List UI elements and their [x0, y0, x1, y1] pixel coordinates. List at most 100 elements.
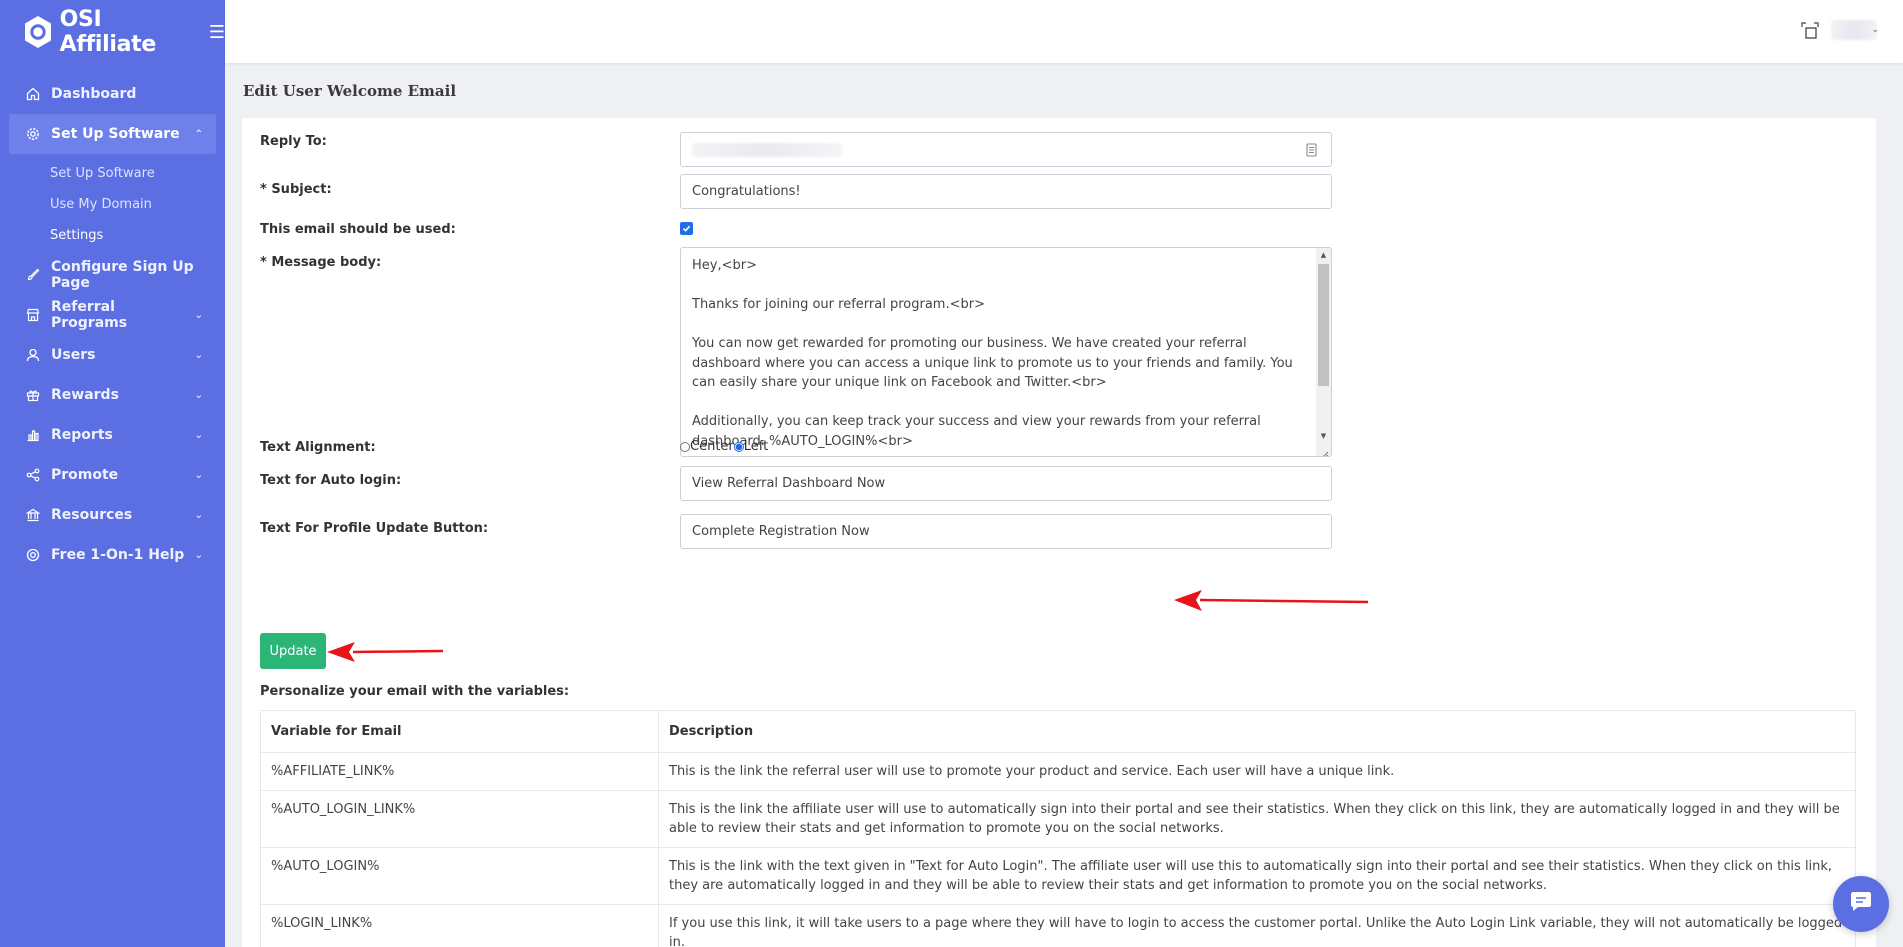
- chevron-down-icon: ⌄: [194, 309, 203, 321]
- resize-grip-icon[interactable]: [1319, 444, 1329, 456]
- scrollbar-thumb[interactable]: [1318, 264, 1329, 386]
- table-cell-description: If you use this link, it will take users…: [658, 904, 1856, 947]
- message-body-textarea[interactable]: Hey,<br> Thanks for joining our referral…: [680, 247, 1332, 457]
- gift-icon: [24, 386, 42, 404]
- sidebar-item-label: Referral Programs: [51, 299, 128, 331]
- scroll-down-icon[interactable]: ▼: [1316, 429, 1331, 444]
- message-line: You can now get rewarded for promoting o…: [692, 336, 1293, 390]
- text-alignment-radios: Center Left: [680, 439, 768, 454]
- subject-label: * Subject:: [260, 182, 332, 197]
- chevron-down-icon: ⌄: [194, 429, 203, 441]
- table-row: %AFFILIATE_LINK% This is the link the re…: [260, 752, 1856, 791]
- radio-center-label: Center: [690, 439, 734, 454]
- main-content: Edit User Welcome Email Reply To: * Subj…: [225, 63, 1903, 947]
- text-alignment-label: Text Alignment:: [260, 440, 376, 455]
- message-body-content: Hey,<br> Thanks for joining our referral…: [681, 248, 1317, 451]
- auto-login-label: Text for Auto login:: [260, 473, 402, 488]
- subject-input[interactable]: Congratulations!: [680, 174, 1332, 209]
- radio-left-label: Left: [743, 439, 769, 454]
- textarea-scrollbar[interactable]: ▲ ▼: [1316, 248, 1331, 456]
- sidebar: OSI Affiliate ☰ Dashboard Set Up Softwar…: [0, 0, 225, 947]
- subnav-item-set-up-software[interactable]: Set Up Software: [50, 158, 225, 189]
- page-title: Edit User Welcome Email: [243, 82, 457, 100]
- osi-logo-icon: [22, 13, 54, 51]
- home-icon: [24, 85, 42, 103]
- message-line: Hey,<br>: [692, 258, 757, 273]
- user-avatar[interactable]: [1831, 20, 1877, 40]
- scroll-up-icon[interactable]: ▲: [1316, 248, 1331, 263]
- chevron-down-icon: ⌄: [194, 509, 203, 521]
- brand-name[interactable]: OSI Affiliate: [60, 7, 195, 57]
- sidebar-item-label: Rewards: [51, 387, 119, 403]
- update-button[interactable]: Update: [260, 633, 326, 669]
- email-used-checkbox[interactable]: [680, 222, 693, 235]
- fullscreen-icon[interactable]: [1801, 22, 1819, 40]
- chat-icon: [1849, 891, 1873, 917]
- sidebar-item-configure-sign-up-page[interactable]: Configure Sign Up Page: [0, 255, 225, 295]
- reply-to-value: [692, 142, 842, 157]
- table-row: %AUTO_LOGIN% This is the link with the t…: [260, 847, 1856, 905]
- table-header-row: Variable for Email Description: [260, 710, 1856, 753]
- menu-toggle-icon[interactable]: ☰: [209, 22, 225, 43]
- subnav-item-settings[interactable]: Settings: [50, 220, 225, 251]
- message-line: Additionally, you can keep track your su…: [692, 414, 1261, 449]
- sidebar-item-label: Configure Sign Up Page: [51, 259, 194, 291]
- table-cell-description: This is the link the referral user will …: [658, 752, 1856, 791]
- reply-to-field[interactable]: [680, 132, 1332, 167]
- sidebar-item-free-help[interactable]: Free 1-On-1 Help ⌄: [0, 535, 225, 575]
- bank-icon: [24, 506, 42, 524]
- table-cell-description: This is the link with the text given in …: [658, 847, 1856, 905]
- sidebar-item-rewards[interactable]: Rewards ⌄: [0, 375, 225, 415]
- table-cell-variable: %LOGIN_LINK%: [260, 904, 659, 947]
- message-line: Thanks for joining our referral program.…: [692, 297, 985, 312]
- sidebar-item-promote[interactable]: Promote ⌄: [0, 455, 225, 495]
- sidebar-item-resources[interactable]: Resources ⌄: [0, 495, 225, 535]
- sidebar-item-referral-programs[interactable]: Referral Programs ⌄: [0, 295, 225, 335]
- sidebar-item-label: Free 1-On-1 Help: [51, 547, 185, 563]
- annotation-arrow-update: [327, 642, 444, 662]
- sidebar-item-label: Reports: [51, 427, 113, 443]
- table-cell-variable: %AFFILIATE_LINK%: [260, 752, 659, 791]
- store-icon: [24, 306, 42, 324]
- bar-chart-icon: [24, 426, 42, 444]
- annotation-arrow-profile: [1174, 590, 1369, 611]
- chevron-up-icon: ⌃: [194, 128, 203, 140]
- sidebar-item-label: Resources: [51, 507, 133, 523]
- radio-center[interactable]: [680, 441, 690, 452]
- brand: OSI Affiliate ☰: [0, 0, 225, 64]
- sidebar-item-set-up-software[interactable]: Set Up Software ⌃: [9, 114, 216, 154]
- sidebar-subnav: Set Up Software Use My Domain Settings: [0, 154, 225, 255]
- sidebar-item-users[interactable]: Users ⌄: [0, 335, 225, 375]
- table-row: %LOGIN_LINK% If you use this link, it wi…: [260, 904, 1856, 947]
- table-row: %AUTO_LOGIN_LINK% This is the link the a…: [260, 790, 1856, 848]
- sidebar-item-label: Set Up Software: [51, 126, 180, 142]
- email-form-card: Reply To: * Subject: Congratulations! Th…: [242, 118, 1876, 947]
- sidebar-item-label: Users: [51, 347, 96, 363]
- reply-to-label: Reply To:: [260, 134, 327, 149]
- table-cell-description: This is the link the affiliate user will…: [658, 790, 1856, 848]
- chevron-down-icon: ⌄: [194, 549, 203, 561]
- subnav-item-use-my-domain[interactable]: Use My Domain: [50, 189, 225, 220]
- profile-button-input[interactable]: Complete Registration Now: [680, 514, 1332, 549]
- contact-card-icon: [1306, 143, 1317, 157]
- radio-left[interactable]: [733, 441, 744, 452]
- variables-title: Personalize your email with the variable…: [260, 684, 570, 699]
- auto-login-input[interactable]: View Referral Dashboard Now: [680, 466, 1332, 501]
- table-cell-variable: %AUTO_LOGIN%: [260, 847, 659, 905]
- sidebar-item-dashboard[interactable]: Dashboard: [0, 74, 225, 114]
- message-body-label: * Message body:: [260, 255, 382, 270]
- chat-widget-button[interactable]: [1833, 876, 1889, 932]
- caret-down-icon[interactable]: ⌄: [1871, 25, 1879, 35]
- table-header-description: Description: [658, 710, 1856, 753]
- brush-icon: [24, 266, 42, 284]
- profile-button-label: Text For Profile Update Button:: [260, 521, 489, 536]
- user-icon: [24, 346, 42, 364]
- chevron-down-icon: ⌄: [194, 349, 203, 361]
- chevron-down-icon: ⌄: [194, 469, 203, 481]
- sidebar-item-reports[interactable]: Reports ⌄: [0, 415, 225, 455]
- gear-icon: [24, 125, 42, 143]
- email-used-label: This email should be used:: [260, 222, 456, 237]
- top-bar: ⌄: [225, 0, 1903, 63]
- chevron-down-icon: ⌄: [194, 389, 203, 401]
- variables-table: Variable for Email Description %AFFILIAT…: [260, 710, 1856, 947]
